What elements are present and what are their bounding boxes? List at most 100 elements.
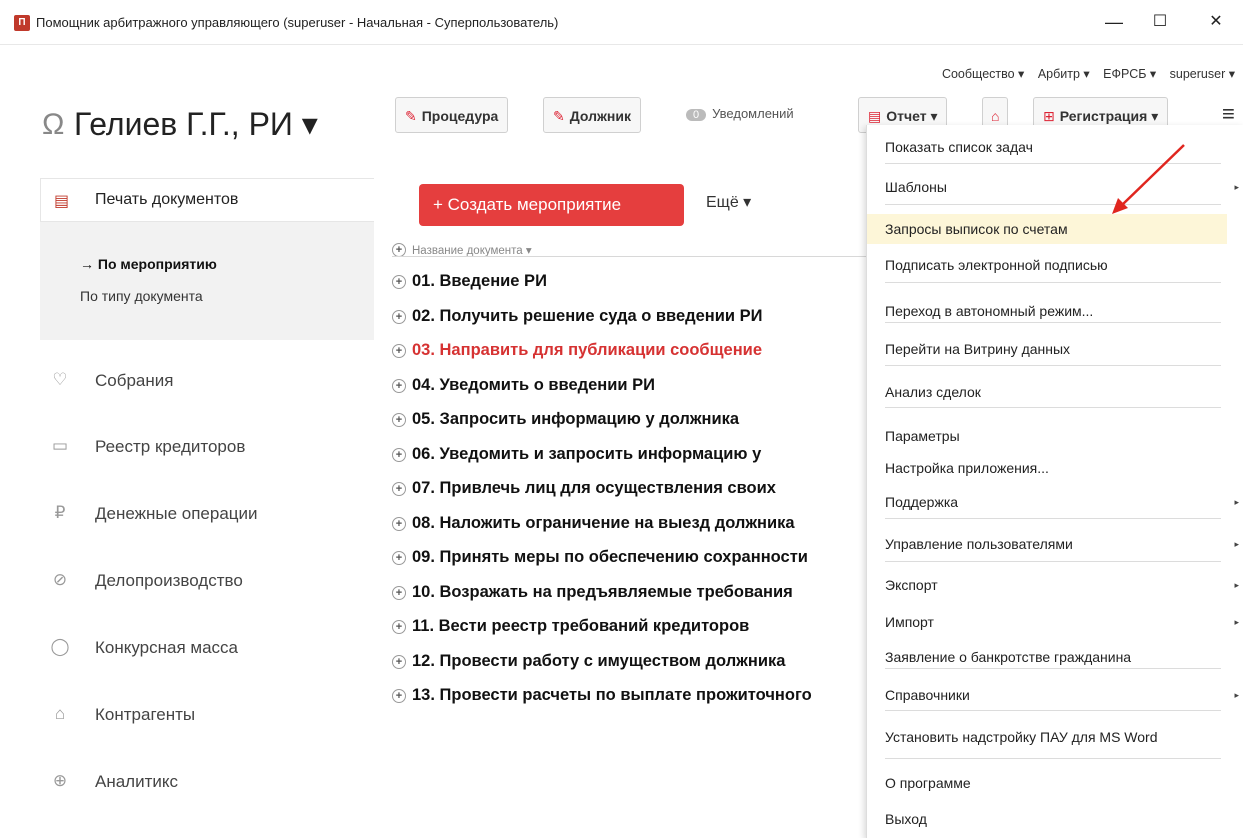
menu-item-label: Подписать электронной подписью [885, 257, 1108, 273]
submenu-arrow-icon: ▸ [1234, 539, 1239, 549]
subnav-by-event[interactable]: → По мероприятию [80, 256, 217, 272]
menu-item[interactable]: Запросы выписок по счетам [867, 214, 1227, 244]
sidebar-item-label: Контрагенты [95, 705, 196, 724]
expand-icon[interactable]: + [392, 413, 406, 427]
efrsb-link[interactable]: ЕФРСБ ▾ [1103, 67, 1156, 81]
community-link[interactable]: Сообщество ▾ [942, 67, 1024, 81]
menu-item[interactable]: Установить надстройку ПАУ для MS Word [867, 722, 1227, 752]
expand-icon[interactable]: + [392, 585, 406, 600]
document-row[interactable]: +08. Наложить ограничение на выезд должн… [392, 506, 864, 541]
menu-item[interactable]: Шаблоны ▸ [867, 172, 1239, 202]
menu-item[interactable]: Справочники ▸ [867, 680, 1239, 710]
document-row[interactable]: +03. Направить для публикации сообщение [392, 333, 864, 368]
close-button[interactable]: ✕ [1196, 8, 1236, 36]
document-row[interactable]: +07. Привлечь лиц для осуществления свои… [392, 471, 864, 506]
document-title: 04. Уведомить о введении РИ [412, 375, 656, 394]
more-dropdown[interactable]: Ещё ▾ [706, 192, 751, 212]
document-row[interactable]: +10. Возражать на предъявляемые требован… [392, 575, 864, 610]
procedure-label: Процедура [421, 108, 499, 124]
expand-icon[interactable]: + [392, 516, 406, 531]
print-subnav: → По мероприятию По типу документа [40, 222, 374, 340]
menu-item[interactable]: Поддержка ▸ [867, 487, 1239, 517]
expand-icon[interactable]: + [392, 482, 406, 496]
menu-item[interactable]: Перейти на Витрину данных [867, 334, 1227, 364]
expand-icon[interactable]: + [392, 654, 406, 669]
document-row[interactable]: +12. Провести работу с имуществом должни… [392, 644, 864, 679]
menu-item-label: Настройка приложения... [885, 460, 1049, 476]
submenu-arrow-icon: ▸ [1234, 690, 1239, 700]
menu-item-label: Переход в автономный режим... [885, 303, 1094, 319]
notifications-link[interactable]: 0 Уведомлений [686, 106, 794, 121]
document-row[interactable]: +13. Провести расчеты по выплате прожито… [392, 678, 864, 713]
sidebar-item-print-documents[interactable]: ▤ Печать документов [40, 178, 374, 222]
expand-icon[interactable]: + [392, 620, 406, 634]
menu-item[interactable]: Анализ сделок [867, 377, 1227, 407]
document-row[interactable]: +11. Вести реестр требований кредиторов [392, 609, 864, 644]
registration-icon: ⊞ [1043, 108, 1055, 124]
user-menu-link[interactable]: superuser ▾ [1170, 67, 1235, 81]
arbiter-link[interactable]: Арбитр ▾ [1038, 67, 1090, 81]
submenu-arrow-icon: ▸ [1234, 580, 1239, 590]
column-header-document-name[interactable]: + Название документа ▾ [392, 234, 532, 268]
menu-item[interactable]: Показать список задач [867, 132, 1227, 162]
document-row[interactable]: +02. Получить решение суда о введении РИ [392, 299, 864, 334]
menu-separator [885, 163, 1221, 164]
notifications-label: Уведомлений [712, 106, 794, 121]
sidebar-item-label: Конкурсная масса [95, 638, 239, 657]
menu-item-label: Перейти на Витрину данных [885, 341, 1071, 357]
menu-item[interactable]: Настройка приложения... [867, 453, 1227, 483]
menu-item[interactable]: Импорт ▸ [867, 607, 1239, 637]
user-name-selector[interactable]: Гелиев Г.Г., РИ ▾ [74, 105, 318, 143]
sidebar-item-label: Реестр кредиторов [95, 437, 246, 456]
document-title: 07. Привлечь лиц для осуществления своих [412, 479, 776, 497]
minimize-button[interactable]: — [1094, 8, 1134, 36]
menu-item[interactable]: О программе [867, 768, 1227, 798]
maximize-button[interactable]: ☐ [1140, 8, 1180, 36]
procedure-button[interactable]: ✎ Процедура [395, 97, 509, 133]
ruble-icon: ₽ [54, 503, 66, 522]
expand-icon[interactable]: + [392, 551, 406, 565]
subnav-by-doc-type[interactable]: По типу документа [80, 288, 203, 304]
menu-item[interactable]: Выход [867, 804, 1227, 834]
document-title: 08. Наложить ограничение на выезд должни… [412, 513, 795, 532]
create-event-button[interactable]: + Создать мероприятие [419, 184, 684, 226]
menu-item-label: Анализ сделок [885, 384, 981, 400]
column-divider [392, 256, 866, 257]
registration-label: Регистрация ▾ [1059, 108, 1159, 124]
document-list: +01. Введение РИ +02. Получить решение су… [392, 264, 864, 838]
document-row[interactable]: +09. Принять меры по обеспечению сохранн… [392, 540, 864, 575]
expand-icon[interactable]: + [392, 689, 406, 703]
document-row[interactable]: +04. Уведомить о введении РИ [392, 368, 864, 403]
submenu-arrow-icon: ▸ [1234, 617, 1239, 627]
report-label: Отчет ▾ [886, 108, 938, 124]
menu-item[interactable]: Подписать электронной подписью [867, 250, 1227, 280]
expand-icon[interactable]: + [392, 378, 406, 393]
menu-item[interactable]: Управление пользователями ▸ [867, 529, 1239, 559]
expand-icon[interactable]: + [392, 309, 406, 324]
expand-icon[interactable]: + [392, 275, 406, 289]
expand-icon[interactable]: + [392, 344, 406, 358]
menu-item[interactable]: Экспорт ▸ [867, 570, 1239, 600]
menu-item[interactable]: Заявление о банкротстве гражданина [867, 642, 1227, 672]
menu-separator [885, 518, 1221, 519]
hamburger-menu-icon[interactable]: ≡ [1222, 101, 1235, 127]
document-row[interactable]: +01. Введение РИ [392, 264, 864, 299]
menu-separator [885, 204, 1221, 205]
menu-item-label: Шаблоны [885, 179, 947, 195]
sidebar-item-label: Печать документов [95, 191, 239, 208]
menu-item-label: Показать список задач [885, 139, 1033, 155]
document-title: 03. Направить для публикации сообщение [412, 341, 763, 359]
menu-item[interactable]: Переход в автономный режим... [867, 296, 1227, 326]
document-row[interactable]: +06. Уведомить и запросить информацию у [392, 437, 864, 472]
document-icon: ▤ [868, 108, 882, 124]
expand-icon[interactable]: + [392, 447, 406, 462]
document-title: 11. Вести реестр требований кредиторов [412, 617, 750, 635]
top-links: Сообщество ▾ Арбитр ▾ ЕФРСБ ▾ superuser … [932, 66, 1235, 81]
debtor-button[interactable]: ✎ Должник [543, 97, 641, 133]
menu-item-label: Параметры [885, 428, 960, 444]
menu-item[interactable]: Параметры [867, 421, 1227, 451]
sidebar-item-label: Собрания [95, 371, 174, 390]
app-icon: П [14, 15, 30, 31]
document-row[interactable]: +05. Запросить информацию у должника [392, 402, 864, 437]
menu-item-label: Управление пользователями [885, 536, 1073, 552]
